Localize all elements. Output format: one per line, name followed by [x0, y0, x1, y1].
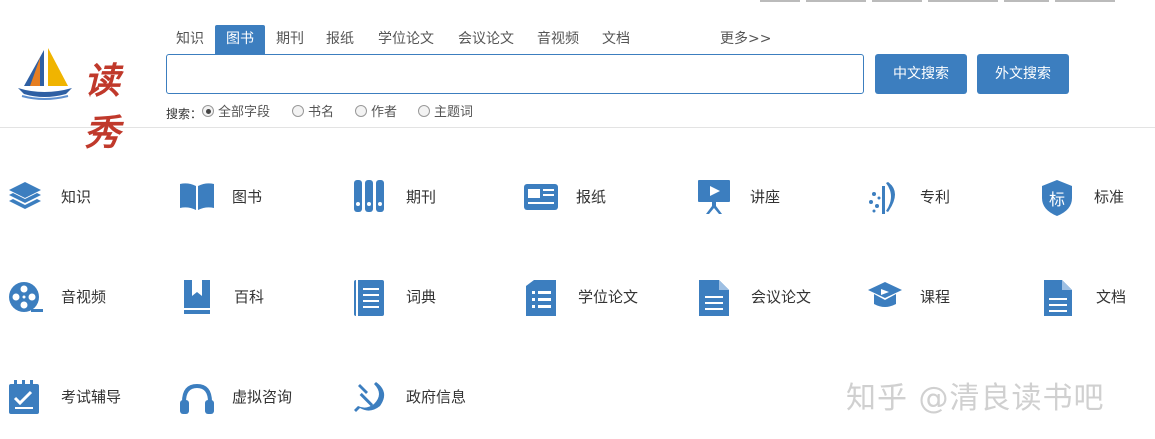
- category-label: 报纸: [576, 188, 607, 206]
- file-icon: [1044, 280, 1072, 316]
- category-label: 知识: [61, 188, 92, 206]
- category-label: 会议论文: [751, 288, 812, 306]
- category-label: 专利: [920, 188, 951, 206]
- graduation-cap-icon: [868, 282, 902, 307]
- tab-documents[interactable]: 文档: [592, 25, 640, 54]
- radio-unchecked-icon: [292, 105, 304, 117]
- more-link[interactable]: 更多>>: [720, 25, 771, 54]
- category-label: 文档: [1096, 288, 1127, 306]
- radio-label: 主题词: [434, 105, 474, 120]
- search-scope-label: 搜索：: [166, 107, 203, 121]
- film-reel-icon: [9, 282, 43, 312]
- tab-conference-papers[interactable]: 会议论文: [448, 25, 524, 54]
- tab-books[interactable]: 图书: [215, 25, 265, 54]
- tab-dissertations[interactable]: 学位论文: [368, 25, 444, 54]
- sailboat-icon: [18, 48, 72, 100]
- scope-author-radio[interactable]: 作者: [355, 103, 397, 123]
- open-book-icon: [180, 183, 214, 210]
- category-label: 词典: [406, 288, 437, 306]
- scope-title-radio[interactable]: 书名: [292, 103, 334, 123]
- category-label: 音视频: [61, 288, 107, 306]
- header: 读秀 知识 图书 期刊 报纸 学位论文 会议论文 音视频 文档 更多>> 中文搜…: [0, 0, 1155, 154]
- watermark: 知乎 @清良读书吧: [846, 381, 1105, 416]
- thesis-list-icon: [526, 280, 556, 316]
- category-label: 考试辅导: [61, 388, 122, 406]
- scope-subject-radio[interactable]: 主题词: [418, 103, 473, 123]
- category-label: 虚拟咨询: [232, 388, 293, 406]
- hammer-sickle-icon: [354, 382, 385, 412]
- tab-audio-video[interactable]: 音视频: [528, 25, 588, 54]
- exam-notepad-icon: [9, 380, 39, 414]
- newspaper-icon: [524, 184, 558, 210]
- category-label: 标准: [1094, 188, 1125, 206]
- bookmark-book-icon: [184, 280, 210, 314]
- category-label: 学位论文: [578, 288, 639, 306]
- tab-knowledge[interactable]: 知识: [166, 25, 214, 54]
- standard-shield-icon: 标: [1042, 180, 1072, 216]
- category-label: 期刊: [406, 188, 437, 206]
- search-input[interactable]: [166, 54, 864, 94]
- chinese-search-button[interactable]: 中文搜索: [875, 54, 967, 94]
- radio-unchecked-icon: [355, 105, 367, 117]
- binders-icon: [354, 180, 384, 212]
- foreign-search-button[interactable]: 外文搜索: [977, 54, 1069, 94]
- radio-checked-icon: [202, 105, 214, 117]
- radio-label: 书名: [308, 105, 335, 120]
- svg-text:标: 标: [1049, 190, 1065, 209]
- radio-label: 全部字段: [218, 105, 271, 120]
- tab-journals[interactable]: 期刊: [266, 25, 314, 54]
- category-label: 讲座: [750, 188, 781, 206]
- logo-text: 读秀: [84, 60, 120, 154]
- category-label: 图书: [232, 188, 263, 206]
- radio-unchecked-icon: [418, 105, 430, 117]
- scope-all-fields-radio[interactable]: 全部字段: [202, 103, 270, 123]
- logo[interactable]: 读秀: [14, 46, 146, 154]
- radio-label: 作者: [371, 105, 398, 120]
- headphones-icon: [180, 384, 214, 414]
- category-label: 百科: [234, 288, 265, 306]
- layers-icon: [9, 182, 41, 209]
- category-label: 课程: [920, 288, 951, 306]
- tab-newspapers[interactable]: 报纸: [316, 25, 364, 54]
- presentation-icon: [698, 180, 730, 214]
- dictionary-icon: [354, 280, 384, 316]
- document-lines-icon: [699, 280, 729, 316]
- category-label: 政府信息: [406, 388, 467, 406]
- patent-icon: [869, 182, 895, 214]
